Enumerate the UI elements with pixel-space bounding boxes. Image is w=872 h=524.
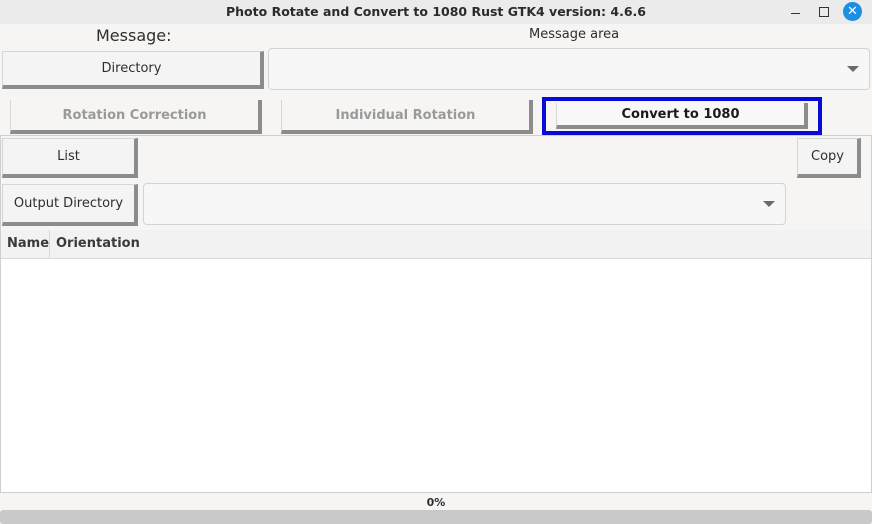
output-directory-button[interactable]: Output Directory: [2, 184, 138, 226]
directory-button-label: Directory: [101, 61, 162, 76]
maximize-icon[interactable]: [815, 3, 833, 21]
tab-individual-rotation-label: Individual Rotation: [335, 107, 476, 123]
tab-convert-to-1080[interactable]: Convert to 1080: [556, 103, 808, 129]
column-header-orientation[interactable]: Orientation: [50, 230, 250, 258]
table-body[interactable]: [1, 259, 871, 492]
directory-button[interactable]: Directory: [2, 51, 264, 89]
list-button-label: List: [57, 149, 80, 164]
minimize-icon[interactable]: [786, 3, 804, 21]
chevron-down-icon: [763, 201, 775, 207]
copy-button-label: Copy: [811, 149, 844, 164]
column-header-name[interactable]: Name: [1, 230, 50, 258]
message-area: Message area: [529, 27, 620, 42]
title-bar: Photo Rotate and Convert to 1080 Rust GT…: [0, 0, 872, 24]
directory-combo[interactable]: [268, 48, 870, 90]
tab-rotation-correction-label: Rotation Correction: [62, 107, 207, 123]
message-label: Message:: [96, 26, 172, 45]
table-header: Name Orientation: [1, 230, 871, 259]
tab-rotation-correction[interactable]: Rotation Correction: [10, 100, 262, 134]
chevron-down-icon: [847, 66, 859, 72]
tab-individual-rotation[interactable]: Individual Rotation: [281, 100, 533, 134]
close-icon[interactable]: ✕: [843, 2, 862, 21]
output-directory-button-label: Output Directory: [13, 196, 124, 211]
output-directory-combo[interactable]: [143, 183, 786, 225]
tab-convert-to-1080-label: Convert to 1080: [621, 106, 740, 122]
copy-button[interactable]: Copy: [797, 138, 861, 178]
progress-text: 0%: [426, 496, 446, 509]
progress-bar: [0, 510, 872, 524]
window-title: Photo Rotate and Convert to 1080 Rust GT…: [226, 4, 646, 19]
list-button[interactable]: List: [2, 138, 138, 178]
